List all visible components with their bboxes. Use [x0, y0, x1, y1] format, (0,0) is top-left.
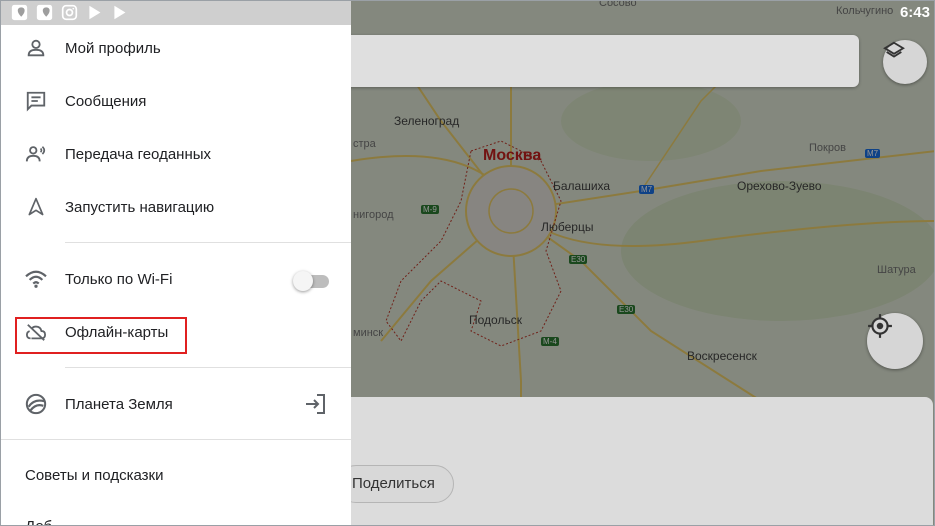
search-bar[interactable] — [331, 35, 859, 87]
menu-item-location-sharing[interactable]: Передача геоданных — [1, 130, 351, 178]
tips-and-tricks-link[interactable]: Советы и подсказки — [25, 467, 163, 484]
maps-icon — [11, 4, 28, 21]
play-store-icon — [89, 5, 101, 20]
my-location-icon — [868, 314, 892, 338]
menu-item-label: Мой профиль — [65, 39, 161, 57]
my-location-button[interactable] — [867, 313, 923, 369]
menu-item-label: Передача геоданных — [65, 145, 212, 163]
open-external-icon[interactable] — [303, 392, 327, 416]
share-button[interactable]: Поделиться — [337, 465, 454, 503]
place-card[interactable] — [331, 397, 933, 525]
menu-divider — [1, 439, 351, 440]
google-earth-icon — [24, 392, 48, 416]
toggle-thumb — [293, 271, 313, 291]
add-place-link[interactable]: Доб — [25, 518, 52, 525]
location-sharing-icon — [24, 142, 48, 166]
wifi-only-toggle[interactable] — [293, 271, 331, 291]
notification-icons — [11, 4, 128, 21]
wifi-icon — [24, 267, 48, 291]
instagram-icon — [61, 4, 78, 21]
navigation-drawer: Мой профиль Сообщения Передача геоданных… — [1, 1, 351, 525]
play-store-icon — [114, 5, 126, 20]
menu-divider — [65, 367, 351, 368]
menu-item-google-earth[interactable]: Планета Земля — [1, 380, 351, 428]
menu-item-messages[interactable]: Сообщения — [1, 77, 351, 125]
maps-icon — [36, 4, 53, 21]
layers-button[interactable] — [883, 40, 927, 84]
status-clock: 6:43 — [899, 4, 930, 21]
navigation-icon — [24, 195, 48, 219]
highlight-box — [15, 317, 187, 354]
menu-item-label: Только по Wi-Fi — [65, 270, 173, 288]
message-icon — [24, 89, 48, 113]
menu-item-label: Запустить навигацию — [65, 198, 215, 216]
drawer-status-strip — [1, 1, 351, 25]
menu-item-my-profile[interactable]: Мой профиль — [1, 24, 351, 72]
layers-icon — [883, 41, 905, 58]
menu-item-label: Сообщения — [65, 92, 147, 110]
menu-divider — [65, 242, 351, 243]
menu-item-label: Планета Земля — [65, 395, 173, 413]
menu-item-start-navigation[interactable]: Запустить навигацию — [1, 183, 351, 231]
screen-frame: Сосово Кольчугино Зеленоград стра Москва… — [0, 0, 935, 526]
person-icon — [24, 36, 48, 60]
